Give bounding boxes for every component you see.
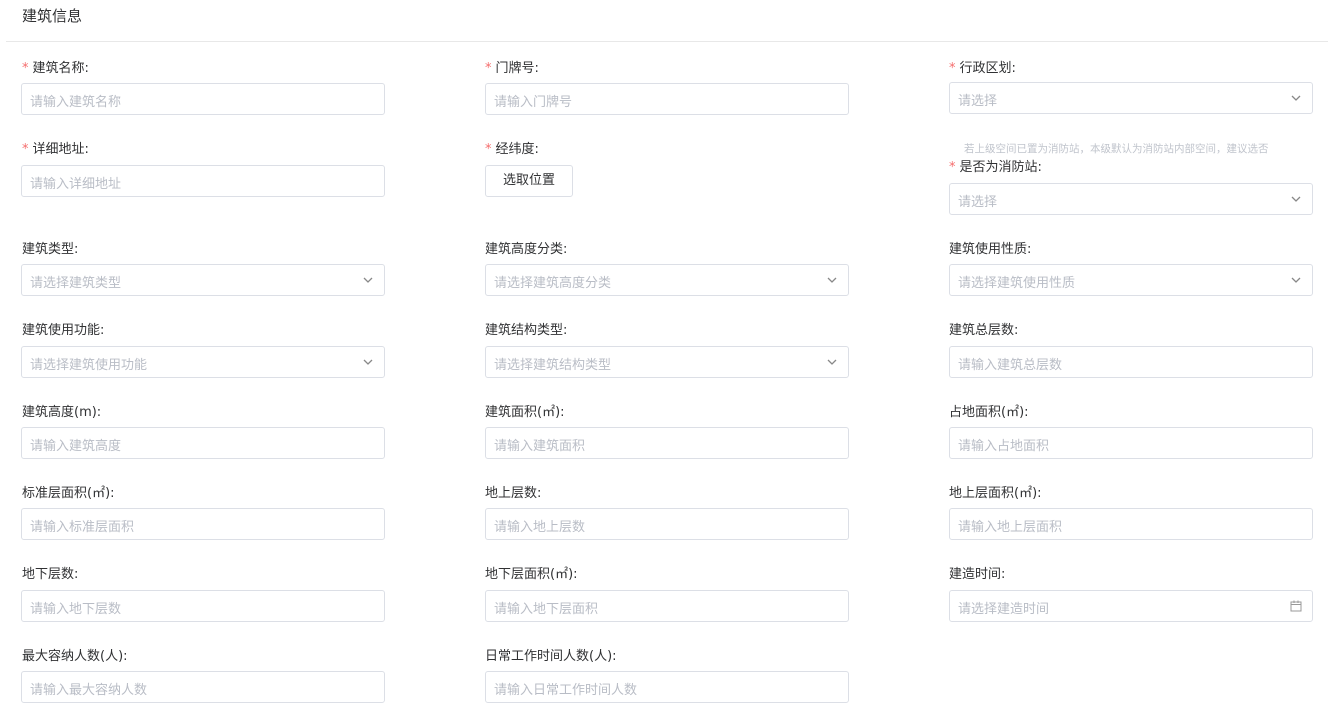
admin-region-label-text: 行政区划: — [959, 61, 1016, 76]
fire-station-label-text: 是否为消防站: — [959, 160, 1042, 175]
admin-region-placeholder: 请选择 — [958, 94, 998, 109]
height-placeholder: 请输入建筑高度 — [30, 439, 122, 454]
height-label: 建筑高度(m): — [22, 405, 102, 420]
chevron-down-icon — [1291, 277, 1301, 283]
required-mark: * — [949, 61, 956, 76]
required-mark: * — [949, 160, 956, 175]
chevron-down-icon — [1291, 95, 1301, 101]
max-capacity-input[interactable]: 请输入最大容纳人数 — [21, 671, 385, 703]
address-input[interactable]: 请输入详细地址 — [21, 165, 385, 197]
use-nature-select[interactable]: 请选择建筑使用性质 — [949, 264, 1313, 296]
chevron-down-icon — [827, 277, 837, 283]
land-area-placeholder: 请输入占地面积 — [958, 439, 1050, 454]
use-function-select[interactable]: 请选择建筑使用功能 — [21, 346, 385, 378]
build-time-picker[interactable]: 请选择建造时间 — [949, 590, 1313, 622]
chevron-down-icon — [1291, 196, 1301, 202]
header-divider — [6, 41, 1328, 42]
daily-workers-placeholder: 请输入日常工作时间人数 — [494, 683, 638, 698]
building-area-label: 建筑面积(㎡): — [485, 405, 565, 420]
pick-location-button[interactable]: 选取位置 — [485, 165, 573, 197]
total-floors-placeholder: 请输入建筑总层数 — [958, 358, 1063, 373]
admin-region-select[interactable]: 请选择 — [949, 82, 1313, 114]
required-mark: * — [485, 142, 492, 157]
use-nature-placeholder: 请选择建筑使用性质 — [958, 276, 1076, 291]
building-type-placeholder: 请选择建筑类型 — [30, 276, 122, 291]
use-function-placeholder: 请选择建筑使用功能 — [30, 358, 148, 373]
height-class-select[interactable]: 请选择建筑高度分类 — [485, 264, 849, 296]
under-floors-placeholder: 请输入地下层数 — [30, 602, 122, 617]
standard-floor-area-input[interactable]: 请输入标准层面积 — [21, 508, 385, 540]
chevron-down-icon — [363, 359, 373, 365]
fire-station-placeholder: 请选择 — [958, 195, 998, 210]
building-name-input[interactable]: 请输入建筑名称 — [21, 83, 385, 115]
land-area-input[interactable]: 请输入占地面积 — [949, 427, 1313, 459]
building-area-placeholder: 请输入建筑面积 — [494, 439, 586, 454]
section-title: 建筑信息 — [22, 7, 83, 25]
above-floors-input[interactable]: 请输入地上层数 — [485, 508, 849, 540]
structure-type-placeholder: 请选择建筑结构类型 — [494, 358, 612, 373]
under-floor-area-input[interactable]: 请输入地下层面积 — [485, 590, 849, 622]
use-nature-label: 建筑使用性质: — [949, 242, 1032, 257]
under-floors-label: 地下层数: — [22, 567, 79, 582]
max-capacity-placeholder: 请输入最大容纳人数 — [30, 683, 148, 698]
daily-workers-input[interactable]: 请输入日常工作时间人数 — [485, 671, 849, 703]
lnglat-label: * 经纬度: — [485, 138, 539, 157]
building-name-label: * 建筑名称: — [22, 57, 89, 76]
door-number-input[interactable]: 请输入门牌号 — [485, 83, 849, 115]
under-floor-area-label: 地下层面积(㎡): — [485, 567, 578, 582]
address-placeholder: 请输入详细地址 — [30, 177, 122, 192]
above-floor-area-label: 地上层面积(㎡): — [949, 486, 1042, 501]
admin-region-label: * 行政区划: — [949, 57, 1016, 76]
building-name-placeholder: 请输入建筑名称 — [30, 95, 122, 110]
above-floor-area-placeholder: 请输入地上层面积 — [958, 520, 1063, 535]
under-floor-area-placeholder: 请输入地下层面积 — [494, 602, 599, 617]
structure-type-select[interactable]: 请选择建筑结构类型 — [485, 346, 849, 378]
building-area-input[interactable]: 请输入建筑面积 — [485, 427, 849, 459]
required-mark: * — [485, 61, 492, 76]
land-area-label: 占地面积(㎡): — [949, 405, 1029, 420]
height-class-label: 建筑高度分类: — [485, 242, 568, 257]
height-class-placeholder: 请选择建筑高度分类 — [494, 276, 612, 291]
under-floors-input[interactable]: 请输入地下层数 — [21, 590, 385, 622]
chevron-down-icon — [363, 277, 373, 283]
door-number-placeholder: 请输入门牌号 — [494, 95, 573, 110]
lnglat-label-text: 经纬度: — [495, 142, 539, 157]
above-floor-area-input[interactable]: 请输入地上层面积 — [949, 508, 1313, 540]
height-input[interactable]: 请输入建筑高度 — [21, 427, 385, 459]
door-number-label-text: 门牌号: — [495, 61, 539, 76]
building-type-label: 建筑类型: — [22, 242, 79, 257]
chevron-down-icon — [827, 359, 837, 365]
above-floors-label: 地上层数: — [485, 486, 542, 501]
build-time-label: 建造时间: — [949, 567, 1006, 582]
structure-type-label: 建筑结构类型: — [485, 323, 568, 338]
daily-workers-label: 日常工作时间人数(人): — [485, 649, 617, 664]
above-floors-placeholder: 请输入地上层数 — [494, 520, 586, 535]
required-mark: * — [22, 142, 29, 157]
fire-station-select[interactable]: 请选择 — [949, 183, 1313, 215]
required-mark: * — [22, 61, 29, 76]
use-function-label: 建筑使用功能: — [22, 323, 105, 338]
total-floors-input[interactable]: 请输入建筑总层数 — [949, 346, 1313, 378]
fire-station-label: * 是否为消防站: — [949, 156, 1042, 175]
building-name-label-text: 建筑名称: — [32, 61, 89, 76]
fire-station-hint: 若上级空间已置为消防站，本级默认为消防站内部空间，建议选否 — [964, 143, 1269, 155]
door-number-label: * 门牌号: — [485, 57, 539, 76]
standard-floor-area-label: 标准层面积(㎡): — [22, 486, 115, 501]
building-type-select[interactable]: 请选择建筑类型 — [21, 264, 385, 296]
standard-floor-area-placeholder: 请输入标准层面积 — [30, 520, 135, 535]
address-label: * 详细地址: — [22, 138, 89, 157]
build-time-placeholder: 请选择建造时间 — [958, 602, 1050, 617]
address-label-text: 详细地址: — [32, 142, 89, 157]
calendar-icon — [1290, 600, 1302, 612]
total-floors-label: 建筑总层数: — [949, 323, 1019, 338]
max-capacity-label: 最大容纳人数(人): — [22, 649, 128, 664]
